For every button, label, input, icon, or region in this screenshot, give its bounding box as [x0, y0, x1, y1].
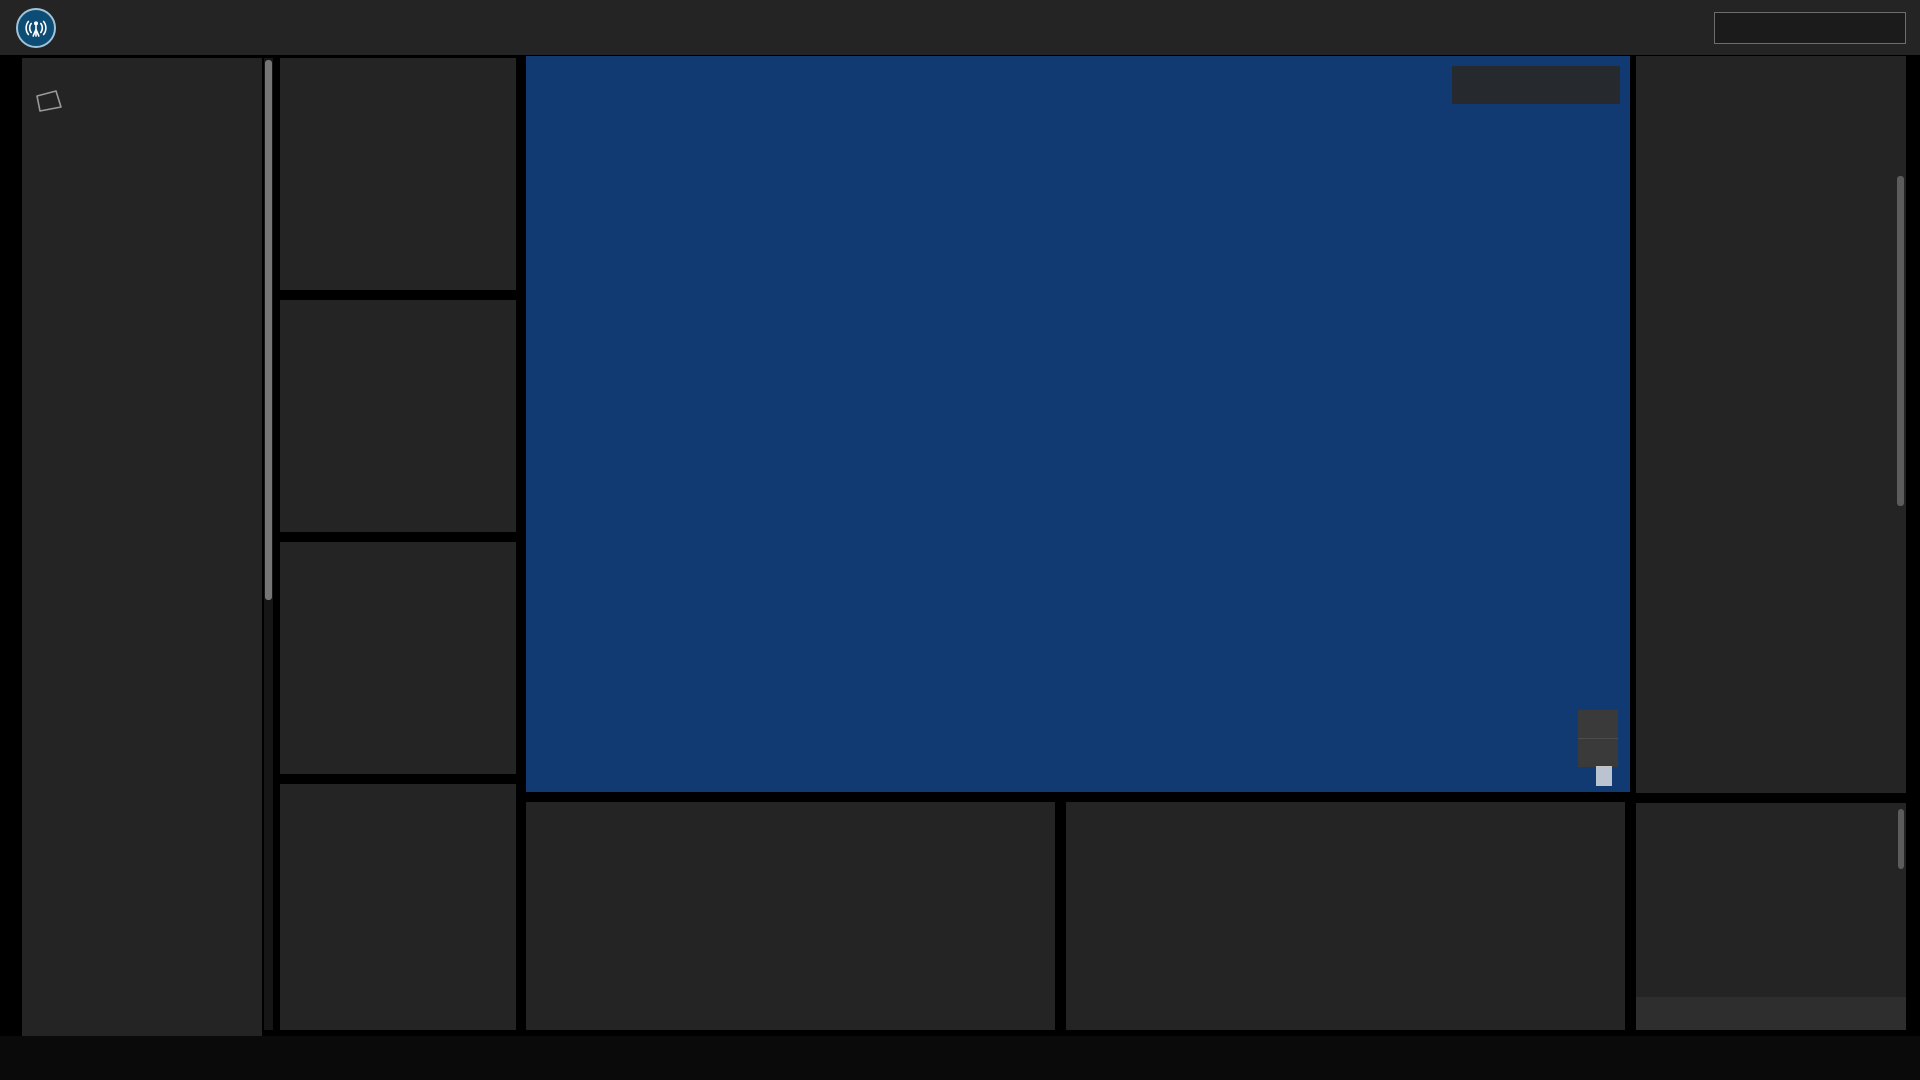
zoom-in-button[interactable]	[1578, 710, 1618, 738]
zoom-out-button[interactable]	[1578, 738, 1618, 767]
psaps-chart	[1066, 802, 1625, 1030]
legend-scrollbar[interactable]	[264, 58, 273, 1030]
map-toolbar	[1452, 66, 1620, 104]
polygon-layer-icon	[34, 88, 262, 117]
app-header	[0, 0, 1920, 55]
kpi-mw-towers	[280, 542, 516, 774]
county-data-panel	[1636, 56, 1906, 793]
legend-sidebar[interactable]	[22, 58, 262, 1046]
state-select-dropdown[interactable]	[1714, 12, 1906, 44]
coverage-panel-title	[1636, 803, 1906, 809]
map-zoom-controls	[1578, 710, 1618, 767]
radio-tower-icon	[16, 8, 56, 48]
kpi-cell-towers	[280, 300, 516, 532]
kpi-psaps	[280, 58, 516, 290]
coverage-scrollbar[interactable]	[1898, 809, 1904, 869]
county-list-scrollbar[interactable]	[1897, 176, 1904, 506]
coverage-pager	[1636, 997, 1906, 1030]
map-attribution	[1596, 766, 1612, 786]
county-panel-footer	[1636, 72, 1906, 76]
coverage-map[interactable]	[526, 56, 1630, 792]
cell-towers-chart	[526, 802, 1055, 1030]
bottom-tabbar	[0, 1036, 1920, 1080]
county-panel-title	[1636, 56, 1906, 64]
coverage-legend-panel	[1636, 803, 1906, 1030]
kpi-am-towers	[280, 784, 516, 1030]
